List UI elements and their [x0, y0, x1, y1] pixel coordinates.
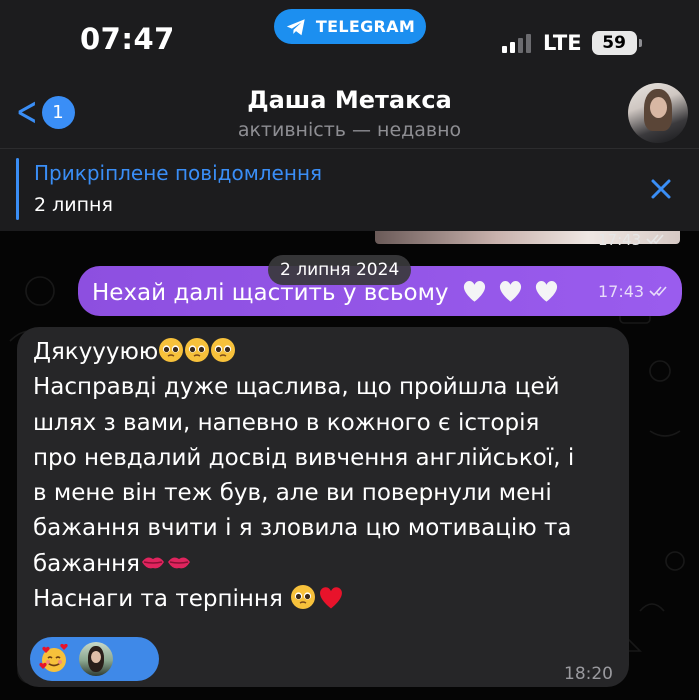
battery-level: 59	[602, 33, 626, 53]
app-pill-label: TELEGRAM	[315, 17, 416, 36]
pinned-date: 2 липня	[34, 194, 113, 216]
pinned-message-bar[interactable]: Прикріплене повідомлення 2 липня	[0, 148, 699, 231]
read-ticks-icon	[646, 234, 664, 245]
incoming-message-text: Дякуууюю Насправді дуже щаслива, що прой…	[33, 338, 575, 613]
pinned-title: Прикріплене повідомлення	[34, 161, 323, 185]
chat-title[interactable]: Даша Метакса	[0, 86, 699, 114]
pleading-face-icon	[291, 585, 316, 610]
telegram-pill[interactable]: TELEGRAM	[274, 9, 426, 44]
contact-avatar[interactable]	[628, 83, 688, 143]
pinned-accent-bar	[16, 158, 19, 220]
smiling-face-with-hearts-icon	[39, 644, 68, 672]
telegram-icon	[286, 18, 305, 35]
pleading-face-icon	[159, 338, 184, 362]
network-type: LTE	[543, 31, 582, 55]
signal-icon	[502, 33, 531, 53]
white-heart-icon	[500, 281, 522, 302]
white-heart-icon	[463, 281, 485, 302]
kiss-mark-icon	[168, 557, 191, 569]
chat-status: активність — недавно	[237, 119, 462, 141]
date-separator: 2 липня 2024	[268, 255, 412, 285]
previous-media-time: 17:43	[598, 231, 668, 249]
status-indicators: LTE 59	[502, 28, 642, 58]
incoming-message[interactable]: Дякуууюю Насправді дуже щаслива, що прой…	[17, 327, 629, 687]
close-icon[interactable]	[648, 176, 674, 202]
incoming-message-time: 18:20	[564, 664, 613, 684]
reaction-pill[interactable]	[30, 637, 159, 681]
status-time: 07:47	[80, 22, 175, 56]
read-ticks-icon	[649, 286, 667, 297]
pleading-face-icon	[185, 338, 210, 362]
white-heart-icon	[536, 281, 558, 302]
pleading-face-icon	[211, 338, 236, 362]
kiss-mark-icon	[142, 557, 165, 569]
reactor-avatar	[79, 642, 113, 676]
chat-header: 07:47 TELEGRAM LTE 59 < 1 Даша Метакса а…	[0, 0, 699, 148]
chat-area[interactable]: 17:43 Нехай далі щастить у всьому 17:43 …	[0, 231, 699, 700]
red-heart-icon	[320, 587, 343, 609]
outgoing-message-time: 17:43	[598, 282, 671, 301]
battery-icon: 59	[591, 31, 642, 55]
